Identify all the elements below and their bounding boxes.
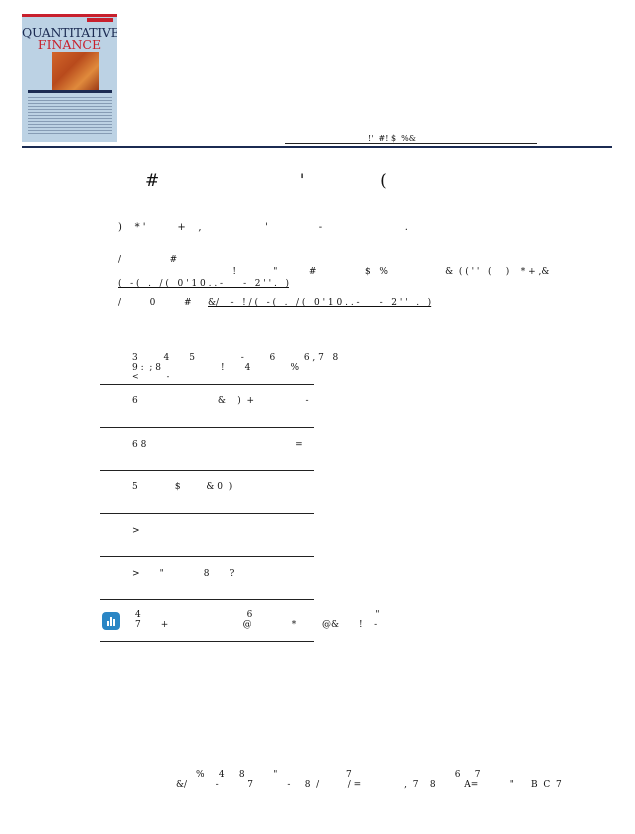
- article-link-label: / 0 #: [118, 298, 192, 308]
- cover-contents-lines: [28, 97, 112, 135]
- header-link-underline: [285, 143, 537, 144]
- divider: [100, 384, 314, 385]
- footer-line2: &/ - 7 - 8 / / = , 7 8 A= " B C 7: [176, 780, 562, 790]
- article-link-url[interactable]: &/ - ! / ( - ( . / ( 0 ' 1 0 . . - - 2 '…: [208, 298, 431, 308]
- divider: [100, 641, 314, 642]
- details-line1: 3 4 5 - 6 6 , 7 8: [132, 353, 339, 363]
- badge-bar: [110, 617, 112, 626]
- badge-bar: [107, 621, 109, 626]
- cite-label: / #: [118, 255, 178, 265]
- footer-line1: % 4 8 " 7 6 7: [196, 770, 481, 780]
- metrics-line2[interactable]: 7 + @ * @& ! -: [135, 620, 377, 630]
- cover-title-line2: FINANCE: [37, 37, 102, 52]
- list-item[interactable]: 6 & ) + -: [132, 396, 309, 406]
- journal-cover[interactable]: QUANTITATIVE FINANCE: [22, 14, 117, 142]
- metrics-badge-icon[interactable]: [102, 612, 120, 630]
- list-item[interactable]: > " 8 ?: [132, 569, 234, 579]
- metrics-line1: 4 6 ": [135, 610, 380, 620]
- divider: [100, 599, 314, 600]
- header-rule: [22, 146, 612, 148]
- details-line3: < -: [132, 372, 170, 380]
- list-item[interactable]: >: [132, 526, 140, 536]
- divider: [100, 513, 314, 514]
- cover-tag: [87, 18, 113, 22]
- badge-bar: [113, 619, 115, 626]
- cite-text: ! " # $ % & ( ( ' ' ( ) * + ,&: [118, 267, 550, 277]
- cover-band: [28, 90, 112, 93]
- list-item[interactable]: 5 $ & 0 ): [132, 482, 232, 492]
- divider: [100, 427, 314, 428]
- divider: [100, 556, 314, 557]
- divider: [100, 470, 314, 471]
- header-link[interactable]: !' #! $ %&: [368, 134, 416, 143]
- list-item[interactable]: 6 8 =: [132, 440, 303, 450]
- cover-artwork: [52, 52, 99, 90]
- cite-doi-link[interactable]: ( - ( . / ( 0 ' 1 0 . . - - 2 ' ' . ): [118, 279, 289, 289]
- article-authors[interactable]: ) * ' + , ' - .: [118, 222, 408, 233]
- article-title: # ' (: [145, 171, 387, 191]
- cover-red-strip: [22, 14, 117, 17]
